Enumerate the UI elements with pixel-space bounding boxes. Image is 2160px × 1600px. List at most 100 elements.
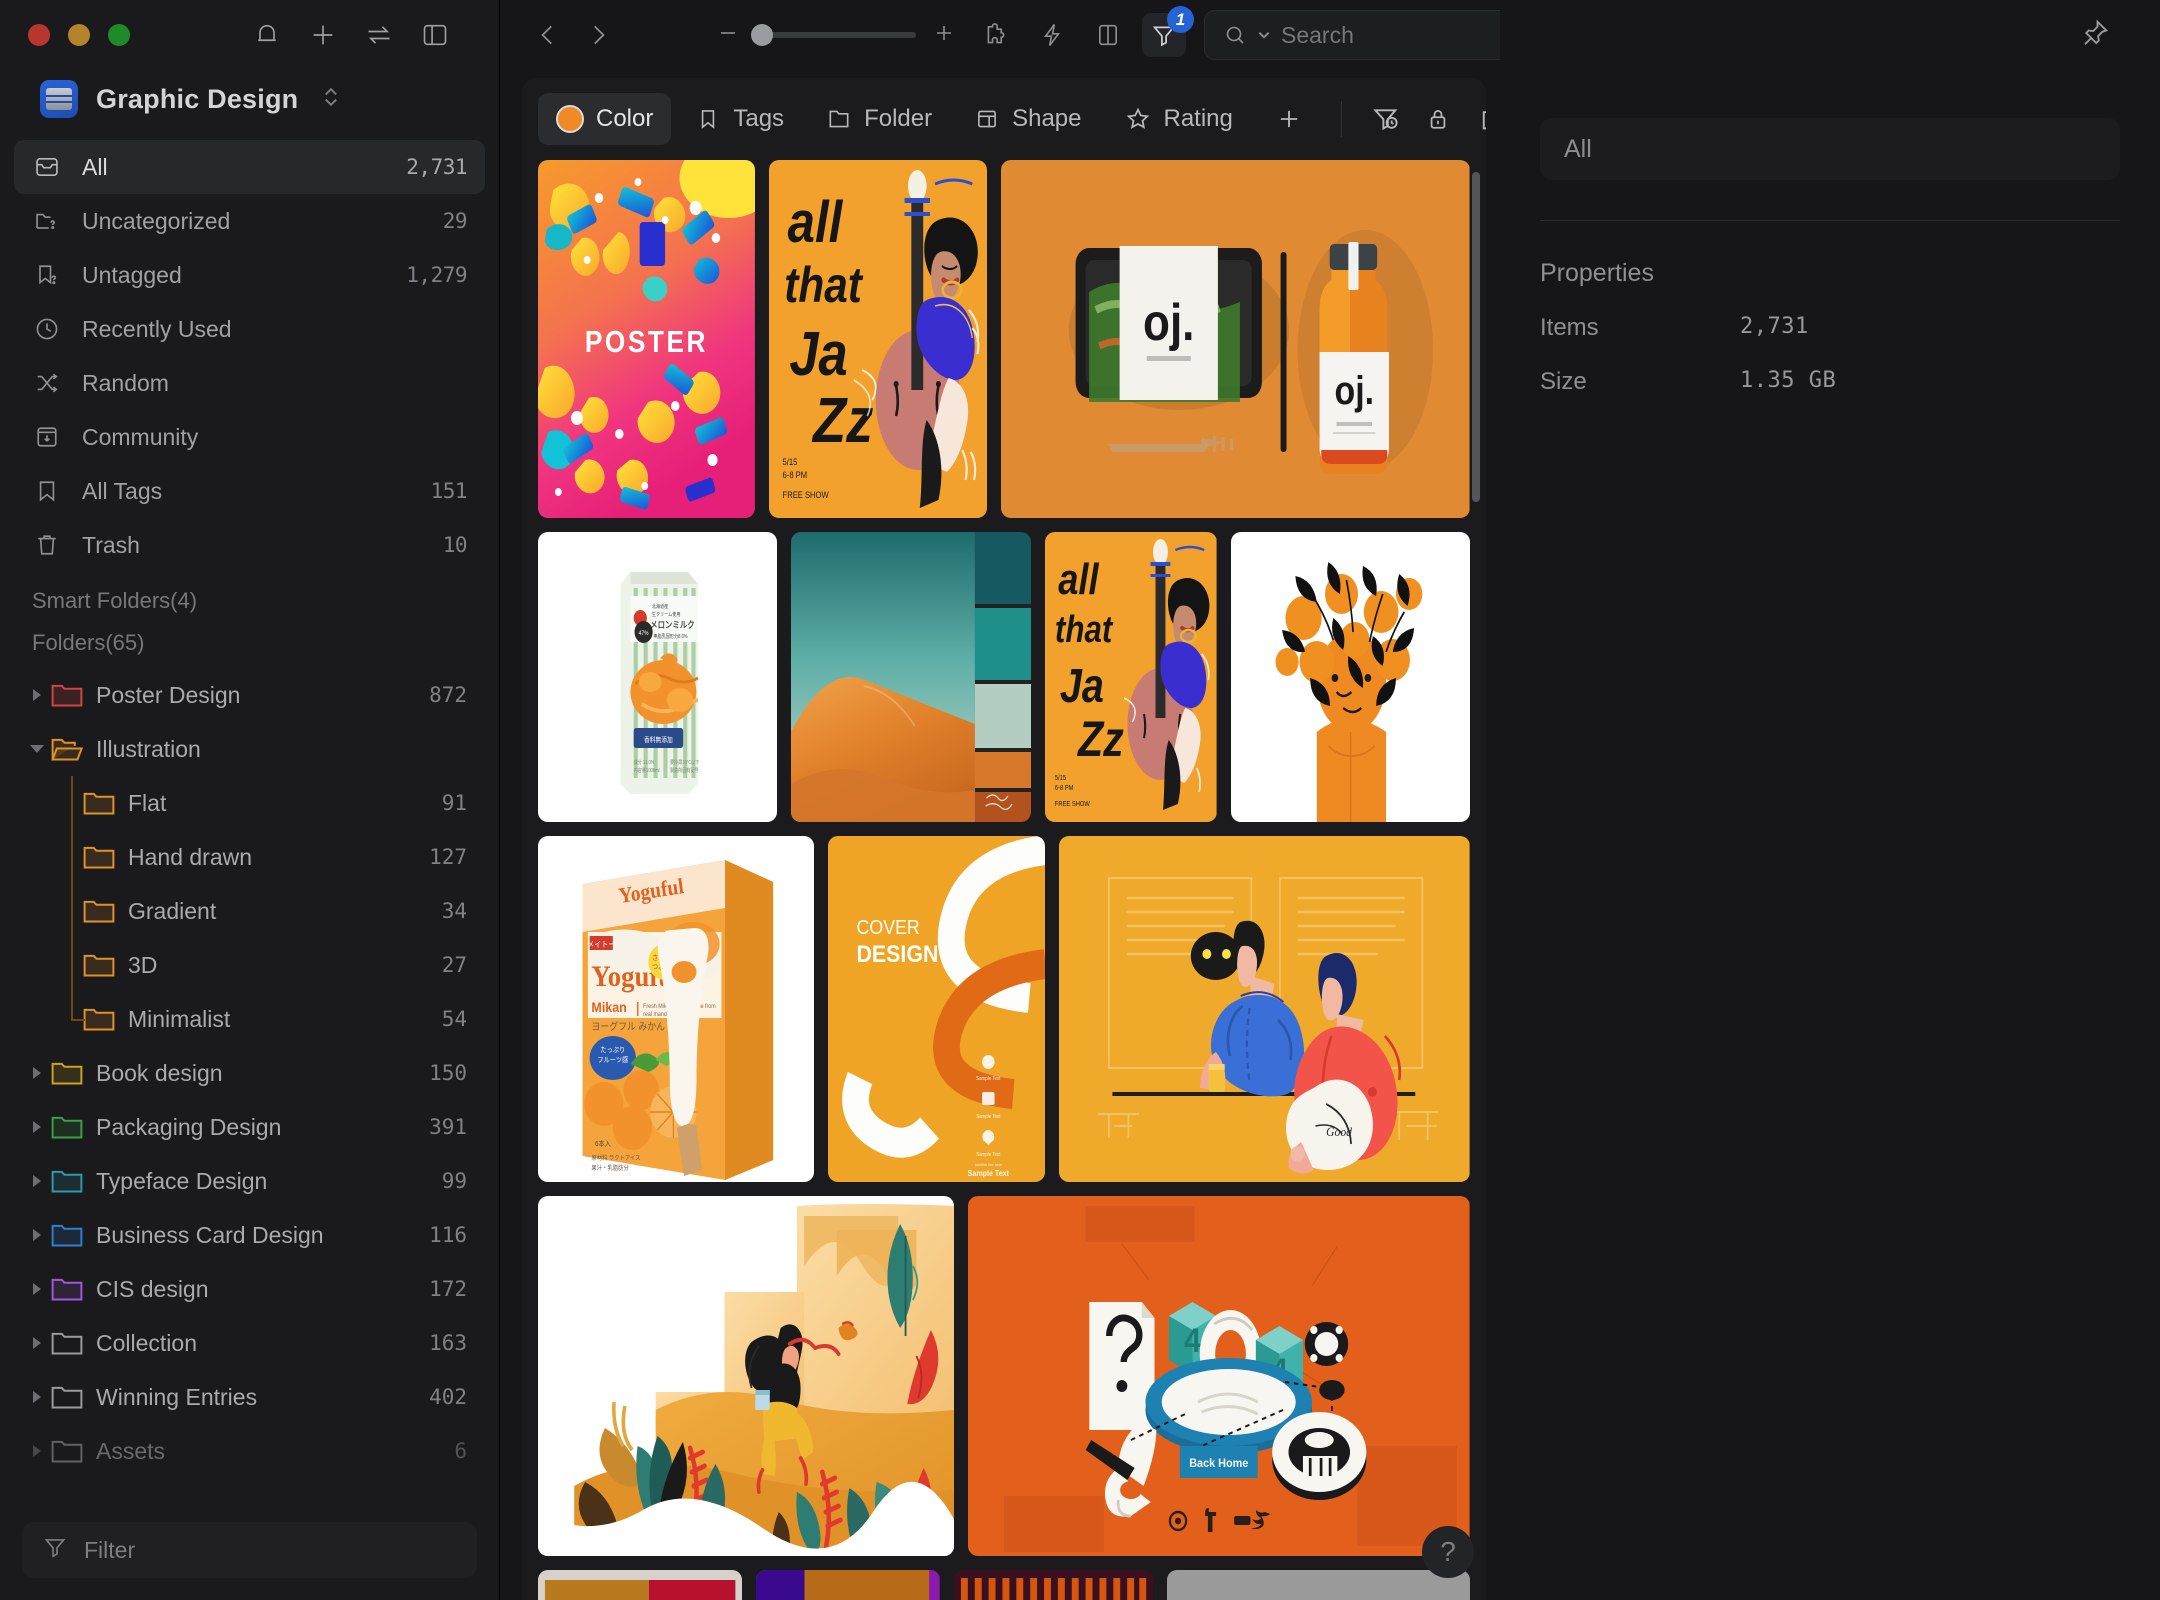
pin-icon[interactable] (2080, 18, 2110, 53)
minimize-button[interactable] (68, 24, 90, 46)
gallery-item-orange-tree-portrait[interactable] (1230, 532, 1470, 822)
panel-toggle-icon[interactable] (421, 21, 449, 49)
filter-chip-color[interactable]: Color (538, 93, 672, 145)
zoom-in-icon[interactable] (932, 21, 956, 50)
delete-filter-button[interactable] (1468, 97, 1486, 141)
sidebar-item-random[interactable]: Random (14, 356, 485, 410)
maximize-button[interactable] (108, 24, 130, 46)
gallery-item-partial-2[interactable] (756, 1570, 940, 1600)
lock-filter-button[interactable] (1416, 97, 1460, 141)
forward-button[interactable] (576, 13, 620, 57)
sidebar-item-uncategorized[interactable]: Uncategorized 29 (14, 194, 485, 248)
chevron-updown-icon[interactable] (322, 84, 340, 115)
filter-chip-shape[interactable]: Shape (956, 93, 1099, 145)
save-filter-button[interactable] (1364, 97, 1408, 141)
layout-icon[interactable] (1086, 13, 1130, 57)
twisty-collapsed-icon[interactable] (24, 1445, 50, 1457)
folder-row-book-design[interactable]: Book design 150 (14, 1046, 485, 1100)
transfer-icon[interactable] (365, 21, 393, 49)
sidebar-item-all-tags[interactable]: All Tags 151 (14, 464, 485, 518)
back-button[interactable] (526, 13, 570, 57)
delete-icon (1482, 111, 1486, 130)
sidebar-item-community[interactable]: Community (14, 410, 485, 464)
folder-row-business-card-design[interactable]: Business Card Design 116 (14, 1208, 485, 1262)
twisty-collapsed-icon[interactable] (24, 1229, 50, 1241)
window-controls[interactable] (28, 24, 130, 46)
folder-row-collection[interactable]: Collection 163 (14, 1316, 485, 1370)
folder-row-winning-entries[interactable]: Winning Entries 402 (14, 1370, 485, 1424)
gallery-item-poster-abstract[interactable]: POSTER (538, 160, 755, 518)
twisty-collapsed-icon[interactable] (24, 1337, 50, 1349)
folder-row-typeface-design[interactable]: Typeface Design 99 (14, 1154, 485, 1208)
folder-count: 172 (429, 1277, 467, 1301)
add-filter-button[interactable] (1257, 93, 1321, 145)
gallery-item-all-that-jazz-poster-2[interactable]: all that Ja Zz 5/15 6-8 PM FREE SHOW (1045, 532, 1217, 822)
folders-header[interactable]: Folders(65) (0, 626, 499, 668)
sidebar-item-trash[interactable]: Trash 10 (14, 518, 485, 572)
twisty-collapsed-icon[interactable] (24, 1283, 50, 1295)
twisty-expanded-icon[interactable] (24, 745, 50, 753)
sidebar-item-recently-used[interactable]: Recently Used (14, 302, 485, 356)
gallery-item-oj-packaging-mockup[interactable]: oj. oj. (1001, 160, 1470, 518)
close-button[interactable] (28, 24, 50, 46)
folder-label: Collection (96, 1329, 197, 1356)
folder-row-assets[interactable]: Assets 6 (14, 1424, 485, 1478)
twisty-collapsed-icon[interactable] (24, 1175, 50, 1187)
bell-icon[interactable] (253, 21, 281, 49)
gallery-item-people-illustration-yellow[interactable]: Good (1059, 836, 1470, 1182)
folder-row-packaging-design[interactable]: Packaging Design 391 (14, 1100, 485, 1154)
search-input[interactable]: Search (1204, 10, 1524, 60)
gallery-grid: POSTER all that Ja Zz 5/15 6-8 PM FREE S… (538, 160, 1470, 1600)
svg-text:that: that (784, 257, 864, 313)
zoom-slider[interactable] (751, 24, 916, 46)
gallery-item-partial-3[interactable] (953, 1570, 1153, 1600)
filter-chip-tags[interactable]: Tags (677, 93, 802, 145)
smart-folders-header[interactable]: Smart Folders(4) (0, 572, 499, 626)
folder-count: 150 (429, 1061, 467, 1085)
gallery-item-yoguful-mikan-box[interactable]: Yoguful メイトー Yoguful Mikan Fresh Mikan y… (538, 836, 815, 1182)
zoom-out-icon[interactable] (716, 21, 740, 50)
filter-chip-rating[interactable]: Rating (1106, 93, 1251, 145)
folder-row-gradient[interactable]: Gradient 34 (14, 884, 485, 938)
gallery-item-partial-1[interactable] (538, 1570, 743, 1600)
gallery-item-all-that-jazz-poster[interactable]: all that Ja Zz 5/15 6-8 PM FREE SHOW (768, 160, 988, 518)
sidebar-item-untagged[interactable]: Untagged 1,279 (14, 248, 485, 302)
folder-count: 127 (429, 845, 467, 869)
folder-icon (50, 1220, 90, 1250)
folder-row-poster-design[interactable]: Poster Design 872 (14, 668, 485, 722)
zoom-control[interactable] (716, 21, 956, 50)
extension-icon[interactable] (974, 13, 1018, 57)
gallery-scroll[interactable]: POSTER all that Ja Zz 5/15 6-8 PM FREE S… (522, 160, 1486, 1600)
twisty-collapsed-icon[interactable] (24, 1067, 50, 1079)
filter-toggle-button[interactable]: 1 (1142, 6, 1194, 57)
twisty-collapsed-icon[interactable] (24, 1391, 50, 1403)
filter-input[interactable]: Filter (22, 1522, 477, 1578)
gallery-item-mikan-milk-carton[interactable]: 北海道産 生クリーム使用 メロンミルク 無脂乳固形分8.0% 47% 香料無添加… (538, 532, 778, 822)
folder-row-3d[interactable]: 3D 27 (14, 938, 485, 992)
folder-row-illustration[interactable]: Illustration (14, 722, 485, 776)
twisty-collapsed-icon[interactable] (24, 689, 50, 701)
library-selector[interactable]: Graphic Design (0, 70, 499, 140)
folder-row-hand-drawn[interactable]: Hand drawn 127 (14, 830, 485, 884)
lightning-icon[interactable] (1030, 13, 1074, 57)
gallery-scrollbar[interactable] (1472, 172, 1480, 502)
folder-row-flat[interactable]: Flat 91 (14, 776, 485, 830)
gallery-item-hiker-landscape-illustration[interactable] (538, 1196, 955, 1556)
folder-row-cis-design[interactable]: CIS design 172 (14, 1262, 485, 1316)
sidebar-item-all[interactable]: All 2,731 (14, 140, 485, 194)
inspector-selection[interactable]: All (1540, 118, 2120, 180)
twisty-collapsed-icon[interactable] (24, 1121, 50, 1133)
zoom-slider-knob[interactable] (751, 24, 773, 46)
folder-row-minimalist[interactable]: Minimalist 54 (14, 992, 485, 1046)
folder-label: Business Card Design (96, 1221, 324, 1248)
sidebar-item-label: Recently Used (82, 315, 232, 342)
gallery-item-desert-palette[interactable] (791, 532, 1032, 822)
filter-chip-folder[interactable]: Folder (808, 93, 950, 145)
tag-question-icon (32, 261, 62, 289)
gallery-item-error-404-illustration[interactable]: 4 Back Home (968, 1196, 1470, 1556)
help-button[interactable]: ? (1422, 1526, 1474, 1578)
svg-text:たっぷり: たっぷり (600, 1046, 625, 1054)
gallery-item-partial-4[interactable] (1166, 1570, 1470, 1600)
plus-icon[interactable] (309, 21, 337, 49)
gallery-item-cover-design-orange[interactable]: COVER DESIGN Sample Text Sample Text Sam… (828, 836, 1046, 1182)
